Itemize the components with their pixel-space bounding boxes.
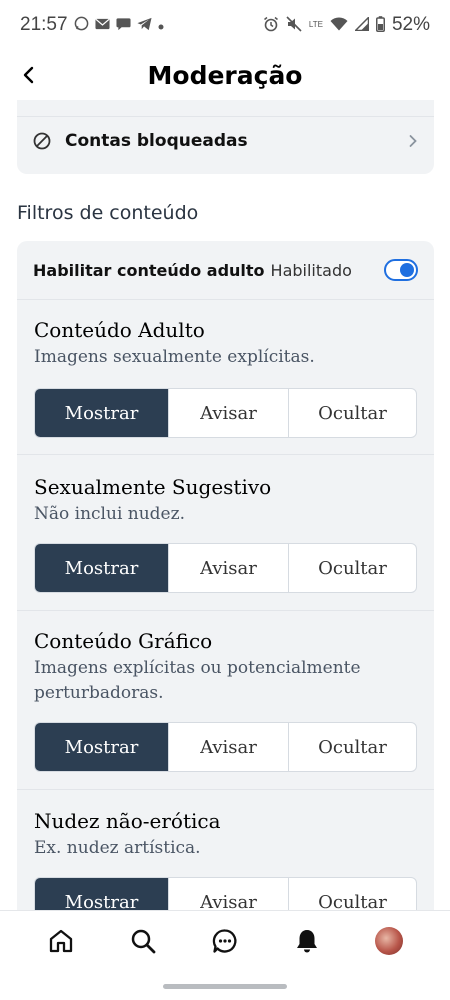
battery-percent: 52% xyxy=(391,14,430,35)
filter-suggestive-selector[interactable]: Mostrar Avisar Ocultar xyxy=(34,543,417,593)
filter-description: Não inclui nudez. xyxy=(34,504,185,524)
alarm-icon xyxy=(263,16,279,35)
whatsapp-icon xyxy=(74,16,89,34)
signal-icon xyxy=(353,15,370,34)
status-time: 21:57 xyxy=(20,14,68,35)
filter-adult-content-selector[interactable]: Mostrar Avisar Ocultar xyxy=(34,388,417,438)
chat-bubble-icon xyxy=(116,17,131,34)
moderation-list-card: Contas bloqueadas xyxy=(17,100,434,174)
dot-icon xyxy=(158,17,164,33)
status-left: 21:57 xyxy=(20,14,164,36)
filter-description: Imagens explícitas ou potencialmente per… xyxy=(34,658,361,703)
divider xyxy=(17,789,434,790)
chat-icon xyxy=(212,928,237,953)
option-show[interactable]: Mostrar xyxy=(35,544,169,592)
option-show[interactable]: Mostrar xyxy=(35,389,169,437)
nav-home[interactable] xyxy=(41,921,81,961)
chevron-right-icon xyxy=(409,135,417,147)
option-hide[interactable]: Ocultar xyxy=(289,544,416,592)
filter-description: Imagens sexualmente explícitas. xyxy=(34,347,315,367)
adult-content-toggle-state: Habilitado xyxy=(270,260,352,280)
nav-notifications[interactable] xyxy=(287,921,327,961)
content-filters-heading: Filtros de conteúdo xyxy=(17,202,199,224)
blocked-accounts-label: Contas bloqueadas xyxy=(65,131,248,151)
settings-content[interactable]: Contas bloqueadas Filtros de conteúdo Ha… xyxy=(0,100,450,910)
status-right: LTE 52% xyxy=(263,14,430,36)
filter-non-erotic-nudity: Nudez não-erótica Ex. nudez artística. xyxy=(17,806,434,861)
blocked-accounts-row[interactable]: Contas bloqueadas xyxy=(17,117,434,165)
divider xyxy=(17,454,434,455)
filter-graphic: Conteúdo Gráfico Imagens explícitas ou p… xyxy=(17,626,434,706)
filter-title: Sexualmente Sugestivo xyxy=(34,475,272,499)
content-filters-card: Habilitar conteúdo adulto Habilitado Con… xyxy=(17,241,434,910)
mail-icon xyxy=(95,17,110,33)
adult-content-toggle-row[interactable]: Habilitar conteúdo adulto Habilitado xyxy=(17,241,434,300)
option-hide[interactable]: Ocultar xyxy=(289,723,416,771)
filter-title: Conteúdo Adulto xyxy=(34,318,205,342)
toggle-knob xyxy=(400,263,414,277)
home-icon xyxy=(49,929,73,952)
filter-graphic-selector[interactable]: Mostrar Avisar Ocultar xyxy=(34,722,417,772)
filter-non-erotic-nudity-selector[interactable]: Mostrar Avisar Ocultar xyxy=(34,877,417,910)
status-bar: 21:57 LTE 52% xyxy=(0,0,450,50)
filter-suggestive: Sexualmente Sugestivo Não inclui nudez. xyxy=(17,472,434,527)
telegram-icon xyxy=(137,17,152,34)
option-warn[interactable]: Avisar xyxy=(169,389,289,437)
wifi-icon xyxy=(330,16,348,34)
option-show[interactable]: Mostrar xyxy=(35,723,169,771)
mute-icon xyxy=(286,15,302,35)
nav-profile[interactable] xyxy=(369,921,409,961)
page-title: Moderação xyxy=(147,60,303,90)
option-warn[interactable]: Avisar xyxy=(169,544,289,592)
option-show[interactable]: Mostrar xyxy=(35,878,169,910)
option-warn[interactable]: Avisar xyxy=(169,723,289,771)
option-warn[interactable]: Avisar xyxy=(169,878,289,910)
filter-title: Conteúdo Gráfico xyxy=(34,629,213,653)
divider xyxy=(17,610,434,611)
back-button[interactable] xyxy=(12,58,46,92)
battery-icon xyxy=(375,15,385,35)
option-hide[interactable]: Ocultar xyxy=(289,389,416,437)
volte-label: LTE xyxy=(308,20,323,29)
option-hide[interactable]: Ocultar xyxy=(289,878,416,911)
filter-title: Nudez não-erótica xyxy=(34,809,221,833)
header: Moderação xyxy=(0,50,450,100)
filter-description: Ex. nudez artística. xyxy=(34,838,201,858)
block-icon xyxy=(33,132,51,150)
home-indicator[interactable] xyxy=(163,984,287,989)
chevron-left-icon xyxy=(23,66,34,84)
search-icon xyxy=(131,929,156,953)
nav-chat[interactable] xyxy=(205,921,245,961)
nav-search[interactable] xyxy=(123,921,163,961)
adult-content-toggle[interactable] xyxy=(384,259,418,281)
adult-content-toggle-label: Habilitar conteúdo adulto xyxy=(33,260,265,280)
bell-icon xyxy=(297,929,317,952)
bottom-nav xyxy=(0,910,450,970)
filter-adult-content: Conteúdo Adulto Imagens sexualmente expl… xyxy=(17,315,434,370)
avatar xyxy=(375,926,403,955)
